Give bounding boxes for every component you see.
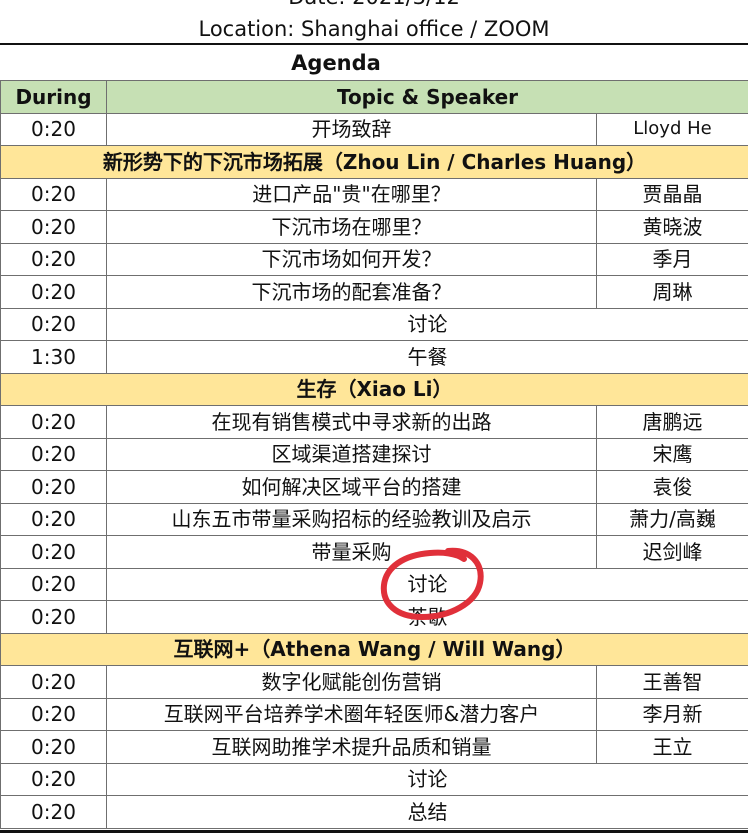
column-header-during: During	[0, 80, 107, 114]
agenda-item-row: 0:20 开场致辞 Lloyd He	[0, 112, 748, 146]
agenda-plain-row: 0:20 总结	[0, 795, 748, 829]
topic-cell: 讨论	[106, 762, 748, 796]
agenda-item-row: 0:20 山东五市带量采购招标的经验教训及启示 萧力/高巍	[0, 502, 748, 536]
section-title: 生存（Xiao Li）	[0, 372, 748, 406]
agenda-plain-row: 0:20 讨论	[0, 567, 748, 601]
speaker-cell: 萧力/高巍	[596, 502, 748, 536]
section-title: 新形势下的下沉市场拓展（Zhou Lin / Charles Huang）	[0, 145, 748, 179]
speaker-cell: 贾晶晶	[596, 177, 748, 211]
duration-cell: 0:20	[0, 112, 107, 146]
topic-cell: 山东五市带量采购招标的经验教训及启示	[106, 502, 597, 536]
agenda-item-row: 0:20 互联网助推学术提升品质和销量 王立	[0, 730, 748, 764]
duration-cell: 0:20	[0, 275, 107, 309]
duration-cell: 0:20	[0, 210, 107, 244]
top-rule	[0, 43, 748, 45]
topic-cell: 区域渠道搭建探讨	[106, 437, 597, 471]
speaker-cell: 李月新	[596, 697, 748, 731]
topic-cell: 茶歇	[106, 600, 748, 634]
agenda-item-row: 0:20 下沉市场如何开发？ 季月	[0, 242, 748, 276]
agenda-body: During Topic & Speaker 0:20 开场致辞 Lloyd He 新…	[0, 80, 748, 829]
agenda-item-row: 0:20 数字化赋能创伤营销 王善智	[0, 665, 748, 699]
date-line: Date: 2021/3/12	[0, 0, 748, 10]
bottom-rule	[0, 830, 748, 833]
section-row: 新形势下的下沉市场拓展（Zhou Lin / Charles Huang）	[0, 145, 748, 179]
column-header-topic-speaker: Topic & Speaker	[106, 80, 748, 114]
duration-cell: 0:20	[0, 437, 107, 471]
topic-cell: 下沉市场在哪里？	[106, 210, 597, 244]
agenda-item-row: 0:20 区域渠道搭建探讨 宋鹰	[0, 437, 748, 471]
topic-cell: 开场致辞	[106, 112, 597, 146]
speaker-cell: 唐鹏远	[596, 405, 748, 439]
duration-cell: 0:20	[0, 795, 107, 829]
topic-cell: 下沉市场的配套准备？	[106, 275, 597, 309]
agenda-plain-row: 0:20 茶歇	[0, 600, 748, 634]
duration-cell: 0:20	[0, 307, 107, 341]
location-line: Location: Shanghai office / ZOOM	[198, 17, 550, 41]
speaker-cell: 季月	[596, 242, 748, 276]
agenda-item-row: 0:20 下沉市场的配套准备？ 周琳	[0, 275, 748, 309]
agenda-item-row: 0:20 带量采购 迟剑峰	[0, 535, 748, 569]
duration-cell: 1:30	[0, 340, 107, 374]
duration-cell: 0:20	[0, 697, 107, 731]
duration-cell: 0:20	[0, 502, 107, 536]
speaker-cell: 王善智	[596, 665, 748, 699]
section-title: 互联网+（Athena Wang / Will Wang）	[0, 632, 748, 666]
section-row: 互联网+（Athena Wang / Will Wang）	[0, 632, 748, 666]
topic-cell: 在现有销售模式中寻求新的出路	[106, 405, 597, 439]
duration-cell: 0:20	[0, 567, 107, 601]
speaker-cell: 黄晓波	[596, 210, 748, 244]
duration-cell: 0:20	[0, 762, 107, 796]
topic-cell: 讨论	[106, 567, 748, 601]
duration-cell: 0:20	[0, 600, 107, 634]
agenda-item-row: 0:20 在现有销售模式中寻求新的出路 唐鹏远	[0, 405, 748, 439]
topic-cell: 数字化赋能创伤营销	[106, 665, 597, 699]
column-header-row: During Topic & Speaker	[0, 80, 748, 114]
agenda-item-row: 0:20 下沉市场在哪里？ 黄晓波	[0, 210, 748, 244]
topic-cell: 互联网助推学术提升品质和销量	[106, 730, 597, 764]
topic-cell: 讨论	[106, 307, 748, 341]
duration-cell: 0:20	[0, 665, 107, 699]
speaker-cell: 迟剑峰	[596, 535, 748, 569]
section-row: 生存（Xiao Li）	[0, 372, 748, 406]
agenda-plain-row: 0:20 讨论	[0, 762, 748, 796]
duration-cell: 0:20	[0, 730, 107, 764]
speaker-cell: 王立	[596, 730, 748, 764]
speaker-cell: 宋鹰	[596, 437, 748, 471]
agenda-plain-row: 1:30 午餐	[0, 340, 748, 374]
topic-cell: 进口产品"贵"在哪里？	[106, 177, 597, 211]
agenda-table: During Topic & Speaker 0:20 开场致辞 Lloyd He 新…	[0, 80, 748, 829]
speaker-cell: 袁俊	[596, 470, 748, 504]
duration-cell: 0:20	[0, 177, 107, 211]
duration-cell: 0:20	[0, 470, 107, 504]
topic-cell: 午餐	[106, 340, 748, 374]
topic-cell: 互联网平台培养学术圈年轻医师&潜力客户	[106, 697, 597, 731]
topic-cell: 下沉市场如何开发？	[106, 242, 597, 276]
topic-cell: 带量采购	[106, 535, 597, 569]
agenda-item-row: 0:20 如何解决区域平台的搭建 袁俊	[0, 470, 748, 504]
agenda-title: Agenda	[291, 51, 381, 75]
topic-cell: 总结	[106, 795, 748, 829]
agenda-item-row: 0:20 互联网平台培养学术圈年轻医师&潜力客户 李月新	[0, 697, 748, 731]
duration-cell: 0:20	[0, 242, 107, 276]
duration-cell: 0:20	[0, 535, 107, 569]
agenda-item-row: 0:20 进口产品"贵"在哪里？ 贾晶晶	[0, 177, 748, 211]
speaker-cell: Lloyd He	[596, 112, 748, 146]
duration-cell: 0:20	[0, 405, 107, 439]
topic-cell: 如何解决区域平台的搭建	[106, 470, 597, 504]
speaker-cell: 周琳	[596, 275, 748, 309]
agenda-plain-row: 0:20 讨论	[0, 307, 748, 341]
